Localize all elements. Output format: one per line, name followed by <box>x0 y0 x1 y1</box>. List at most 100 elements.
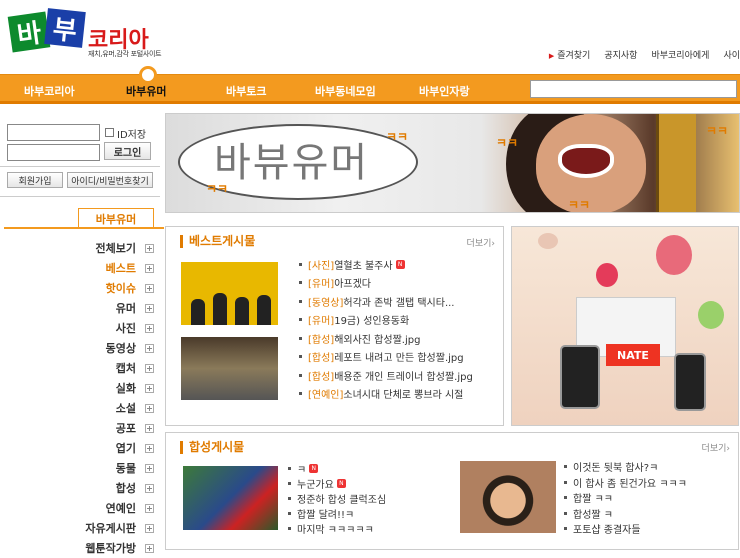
list-item[interactable]: [유머] 아프겠다 <box>299 274 473 293</box>
bullet-icon <box>288 512 291 515</box>
top-link-notice[interactable]: 공지사항 <box>604 48 637 61</box>
list-item-text: 배용준 개인 트레이너 합성짤.jpg <box>334 371 473 383</box>
sidebar-item[interactable]: 엽기 <box>4 438 154 458</box>
list-item[interactable]: [유머] 19금) 성인용동화 <box>299 311 473 330</box>
sidebar-tab[interactable]: 바부유머 <box>78 208 154 228</box>
sidebar-item-label: 합성 <box>115 482 136 495</box>
list-item[interactable]: [연예인] 소녀시대 단체로 뽕브라 시절 <box>299 385 473 404</box>
best-thumbnail-1[interactable] <box>181 262 278 325</box>
list-item[interactable]: 누군가요 N <box>288 476 386 491</box>
bullet-icon <box>299 281 302 285</box>
phone-1 <box>560 345 600 409</box>
synth-left-list: ㅋ N 누군가요 N 정준하 합성 클럭조심합짤 달려!!ㅋ 마지막 ㅋㅋㅋㅋㅋ <box>288 461 386 536</box>
find-id-password-button[interactable]: 아이디/비밀번호찾기 <box>67 172 153 188</box>
list-item-category: [유머] <box>308 316 335 328</box>
login-divider <box>0 166 160 167</box>
sidebar-item[interactable]: 실화 <box>4 378 154 398</box>
bullet-icon <box>299 373 302 377</box>
list-item[interactable]: 포토샵 종결자들 <box>564 521 687 537</box>
list-item[interactable]: [합성] 레포트 내려고 만든 합성짤.jpg <box>299 348 473 367</box>
plus-icon <box>145 363 154 373</box>
save-id-checkbox[interactable] <box>105 128 114 137</box>
plus-icon <box>145 423 154 433</box>
sidebar-item[interactable]: 베스트 <box>4 258 154 278</box>
plus-icon <box>145 283 154 293</box>
list-item[interactable]: 마지막 ㅋㅋㅋㅋㅋ <box>288 521 386 536</box>
list-item[interactable]: [동영상] 허각과 존박 갤탭 택시타... <box>299 292 473 311</box>
list-item-category: [합성] <box>308 353 335 365</box>
list-item[interactable]: 합짤 달려!!ㅋ <box>288 506 386 521</box>
bullet-icon <box>564 511 567 515</box>
sidebar-item[interactable]: 웹툰작가방 <box>4 538 154 558</box>
nav-item-meetup[interactable]: 바부동네모임 <box>315 83 376 99</box>
sidebar-item[interactable]: 핫이슈 <box>4 278 154 298</box>
login-button[interactable]: 로그인 <box>104 142 151 160</box>
plus-icon <box>145 523 154 533</box>
balloon-green <box>698 301 724 329</box>
sidebar-item-label: 공포 <box>115 422 136 435</box>
sidebar-menu: 전체보기베스트핫이슈유머사진 동영상캡처실화소설공포엽기 동물합성연예인 자유게시판웹… <box>4 238 154 558</box>
list-item[interactable]: [합성] 해외사진 합성짤.jpg <box>299 329 473 348</box>
sidebar-item[interactable]: 자유게시판 <box>4 518 154 538</box>
triangle-icon: ▶ <box>548 52 555 60</box>
list-item-text: 아프겠다 <box>334 279 372 291</box>
top-link-favorites[interactable]: ▶ 즐겨찾기 <box>549 48 591 61</box>
join-button[interactable]: 회원가입 <box>7 172 63 188</box>
sidebar-item[interactable]: 캡처 <box>4 358 154 378</box>
logo-block-blue: 부 <box>44 8 86 48</box>
nav-item-pride[interactable]: 바부인자랑 <box>419 83 470 99</box>
sidebar-item-label: 웹툰작가방 <box>85 542 136 555</box>
list-item-text: ㅋ <box>297 465 307 476</box>
sidebar-item-label: 소설 <box>115 402 136 415</box>
sidebar-item-label: 유머 <box>115 302 136 315</box>
sidebar-item-label: 전체보기 <box>95 242 136 255</box>
list-item-text: 합짤 ㅋㅋ <box>573 494 613 506</box>
synth-thumbnail-face[interactable] <box>460 461 556 533</box>
top-link-contact[interactable]: 바부코리아에게 <box>651 48 709 61</box>
list-item-text: 19금) 성인용동화 <box>334 316 410 328</box>
nav-item-humor[interactable]: 바부유머 <box>126 83 166 99</box>
list-item[interactable]: [합성] 배용준 개인 트레이너 합성짤.jpg <box>299 366 473 385</box>
banner-title: 바뷰유머 <box>214 140 370 186</box>
best-more-link[interactable]: 더보기› <box>467 236 495 249</box>
list-item[interactable]: [사진] 열혈초 불주사 N <box>299 255 473 274</box>
list-item-category: [연예인] <box>308 390 344 402</box>
sidebar-item[interactable]: 공포 <box>4 418 154 438</box>
list-item[interactable]: 이것돈 뒷북 합사?ㅋ <box>564 459 687 475</box>
save-id-label: ID저장 <box>117 130 147 141</box>
chevron-right-icon: › <box>491 239 495 249</box>
sidebar-item[interactable]: 사진 <box>4 318 154 338</box>
sidebar-item[interactable]: 합성 <box>4 478 154 498</box>
list-item-text: 합짤 달려!!ㅋ <box>297 510 355 521</box>
list-item-category: [합성] <box>308 334 335 346</box>
search-input[interactable] <box>530 80 737 98</box>
sidebar-item-label: 베스트 <box>105 262 136 275</box>
list-item[interactable]: 정준하 합성 클럭조심 <box>288 491 386 506</box>
sidebar-item[interactable]: 전체보기 <box>4 238 154 258</box>
site-logo[interactable]: 바 부 코리아 재치,유머,감각 포털사이트 <box>6 8 166 64</box>
list-item[interactable]: 이 합사 좀 된건가요 ㅋㅋㅋ <box>564 475 687 491</box>
phone-2 <box>674 353 706 411</box>
best-posts-title: 베스트게시물 <box>180 235 255 248</box>
sidebar-item[interactable]: 동영상 <box>4 338 154 358</box>
password-input[interactable] <box>7 144 100 161</box>
plus-icon <box>145 463 154 473</box>
id-input[interactable] <box>7 124 100 141</box>
sidebar-item-label: 캡처 <box>115 362 136 375</box>
synth-more-link[interactable]: 더보기› <box>702 441 730 454</box>
best-thumbnail-2[interactable] <box>181 337 278 400</box>
top-link-site[interactable]: 사이 <box>723 48 740 61</box>
list-item[interactable]: ㅋN <box>288 461 386 476</box>
synth-thumbnail-soccer[interactable] <box>183 466 278 530</box>
nav-item-talk[interactable]: 바부토크 <box>226 83 266 99</box>
banner-laugh-4: ㅋㅋ <box>568 198 591 212</box>
sidebar-item[interactable]: 소설 <box>4 398 154 418</box>
bullet-icon <box>288 497 291 500</box>
nate-advertisement[interactable] <box>511 226 739 426</box>
nav-item-babukorea[interactable]: 바부코리아 <box>24 83 75 99</box>
sidebar-item[interactable]: 동물 <box>4 458 154 478</box>
sidebar-item[interactable]: 연예인 <box>4 498 154 518</box>
list-item[interactable]: 합짤 ㅋㅋ <box>564 490 687 506</box>
sidebar-item[interactable]: 유머 <box>4 298 154 318</box>
list-item[interactable]: 합성짤 ㅋ <box>564 506 687 522</box>
